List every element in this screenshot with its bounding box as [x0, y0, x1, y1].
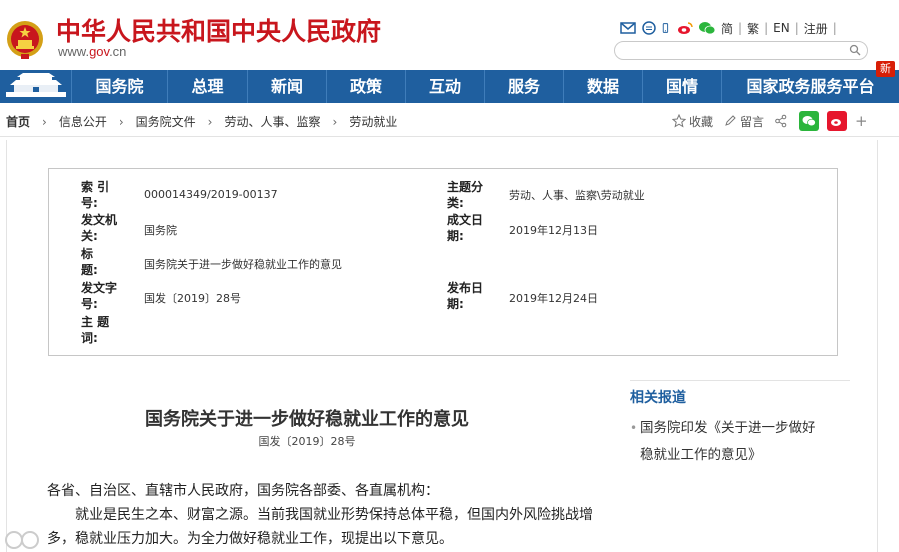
- english-link[interactable]: EN: [773, 21, 790, 35]
- register-link[interactable]: 注册: [804, 20, 828, 37]
- share-icon[interactable]: [774, 114, 788, 128]
- nav-item-premier[interactable]: 总理: [168, 70, 248, 103]
- article-title: 国务院关于进一步做好稳就业工作的意见: [145, 409, 469, 430]
- related-report-line: 国务院印发《关于进一步做好: [640, 420, 816, 436]
- search-input[interactable]: [614, 41, 868, 60]
- info-table: 索 引 号: 000014349/2019-00137 主题分类: 劳动、人事、…: [48, 168, 838, 356]
- article-tools: 收藏 留言 +: [672, 111, 868, 131]
- watermark-logo-icon: [5, 531, 39, 549]
- tiananmen-icon: [6, 73, 66, 97]
- nav-item-national-info[interactable]: 国情: [643, 70, 722, 103]
- site-domain: www.gov.cn: [58, 44, 126, 59]
- nav-item-news[interactable]: 新闻: [248, 70, 327, 103]
- publish-date-label: 发布日期:: [447, 281, 484, 311]
- written-date-value: 2019年12月13日: [509, 224, 598, 237]
- wechat-share-button[interactable]: [799, 111, 820, 131]
- breadcrumb-info-disclosure[interactable]: 信息公开: [59, 113, 107, 130]
- separator: |: [764, 21, 769, 35]
- breadcrumb-home[interactable]: 首页: [6, 113, 30, 130]
- subject-words-label: 主 题 词:: [81, 315, 110, 345]
- site-title[interactable]: 中华人民共和国中央人民政府: [56, 12, 381, 48]
- domain-suffix: .cn: [109, 44, 127, 59]
- breadcrumb-employment[interactable]: 劳动就业: [349, 113, 397, 130]
- more-share-button[interactable]: +: [855, 112, 868, 130]
- title-value: 国务院关于进一步做好稳就业工作的意见: [144, 258, 342, 271]
- domain-main: gov: [89, 44, 110, 59]
- chevron-right-icon: ›: [42, 114, 47, 129]
- article-paragraph-line: 多，稳就业压力加大。为全力做好稳就业工作，现提出以下意见。: [47, 531, 453, 547]
- main-nav: 国务院 总理 新闻 政策 互动 服务 数据 国情 国家政务服务平台: [0, 70, 899, 103]
- article-doc-number: 国发〔2019〕28号: [258, 435, 356, 448]
- national-emblem-icon[interactable]: [6, 18, 44, 60]
- weibo-share-button[interactable]: [827, 111, 848, 131]
- mail-icon[interactable]: [620, 21, 636, 35]
- simplified-link[interactable]: 简: [721, 20, 733, 37]
- article-paragraph-line: 就业是民生之本、财富之源。当前我国就业形势保持总体平稳，但国内外风险挑战增: [75, 507, 593, 523]
- nav-item-data[interactable]: 数据: [564, 70, 643, 103]
- nav-item-interaction[interactable]: 互动: [406, 70, 485, 103]
- doc-number-value: 国发〔2019〕28号: [144, 292, 241, 305]
- wechat-icon: [802, 116, 816, 127]
- issuer-label: 发文机关:: [81, 213, 118, 243]
- breadcrumb-state-council-docs[interactable]: 国务院文件: [136, 113, 196, 130]
- article-salutation: 各省、自治区、直辖市人民政府，国务院各部委、各直属机构：: [47, 483, 439, 499]
- chevron-right-icon: ›: [207, 114, 213, 129]
- topic-category-value: 劳动、人事、监察\劳动就业: [509, 189, 645, 202]
- star-icon[interactable]: [672, 114, 686, 128]
- chevron-right-icon: ›: [332, 114, 338, 129]
- index-value: 000014349/2019-00137: [144, 188, 278, 201]
- search-icon[interactable]: [849, 44, 861, 56]
- top-links: 简 | 繁 | EN | 注册 |: [620, 18, 842, 38]
- message-icon[interactable]: [641, 21, 657, 35]
- separator: |: [794, 21, 799, 35]
- publish-date-value: 2019年12月24日: [509, 292, 598, 305]
- nav-item-services[interactable]: 服务: [485, 70, 564, 103]
- doc-number-label: 发文字号:: [81, 281, 118, 311]
- bullet-icon: •: [630, 421, 638, 435]
- nav-item-policy[interactable]: 政策: [327, 70, 406, 103]
- pencil-icon[interactable]: [723, 114, 737, 128]
- comment-link[interactable]: 留言: [740, 113, 764, 130]
- chevron-right-icon: ›: [118, 114, 124, 129]
- issuer-value: 国务院: [144, 224, 177, 237]
- related-reports-title: 相关报道: [630, 390, 686, 406]
- topic-category-label: 主题分类:: [447, 180, 484, 210]
- related-report-link[interactable]: • 国务院印发《关于进一步做好 稳就业工作的意见》: [630, 415, 850, 469]
- content-area: 索 引 号: 000014349/2019-00137 主题分类: 劳动、人事、…: [6, 140, 878, 552]
- related-report-line: 稳就业工作的意见》: [640, 447, 762, 463]
- weibo-icon[interactable]: [677, 21, 693, 35]
- breadcrumb-bar: 首页 › 信息公开 › 国务院文件 › 劳动、人事、监察 › 劳动就业 收藏 留…: [0, 103, 899, 137]
- wechat-icon[interactable]: [698, 21, 716, 35]
- tiananmen-logo[interactable]: [0, 70, 72, 103]
- separator: |: [738, 21, 743, 35]
- title-label: 标 题:: [81, 247, 98, 277]
- mobile-icon[interactable]: [662, 21, 672, 35]
- separator: |: [832, 21, 837, 35]
- written-date-label: 成文日期:: [447, 213, 484, 243]
- favorite-link[interactable]: 收藏: [689, 113, 713, 130]
- new-badge: 新: [876, 61, 895, 77]
- index-label: 索 引 号:: [81, 180, 110, 210]
- nav-item-gov-service-platform[interactable]: 国家政务服务平台: [722, 70, 899, 103]
- related-reports: 相关报道 • 国务院印发《关于进一步做好 稳就业工作的意见》: [630, 380, 850, 469]
- breadcrumb: 首页 › 信息公开 › 国务院文件 › 劳动、人事、监察 › 劳动就业: [6, 113, 397, 130]
- nav-item-state-council[interactable]: 国务院: [72, 70, 168, 103]
- traditional-link[interactable]: 繁: [747, 20, 759, 37]
- site-header: 中华人民共和国中央人民政府 www.gov.cn 简 | 繁 | EN | 注册…: [0, 0, 899, 70]
- weibo-icon: [831, 119, 842, 126]
- domain-prefix: www.: [58, 44, 90, 59]
- breadcrumb-labor-personnel[interactable]: 劳动、人事、监察: [224, 113, 320, 130]
